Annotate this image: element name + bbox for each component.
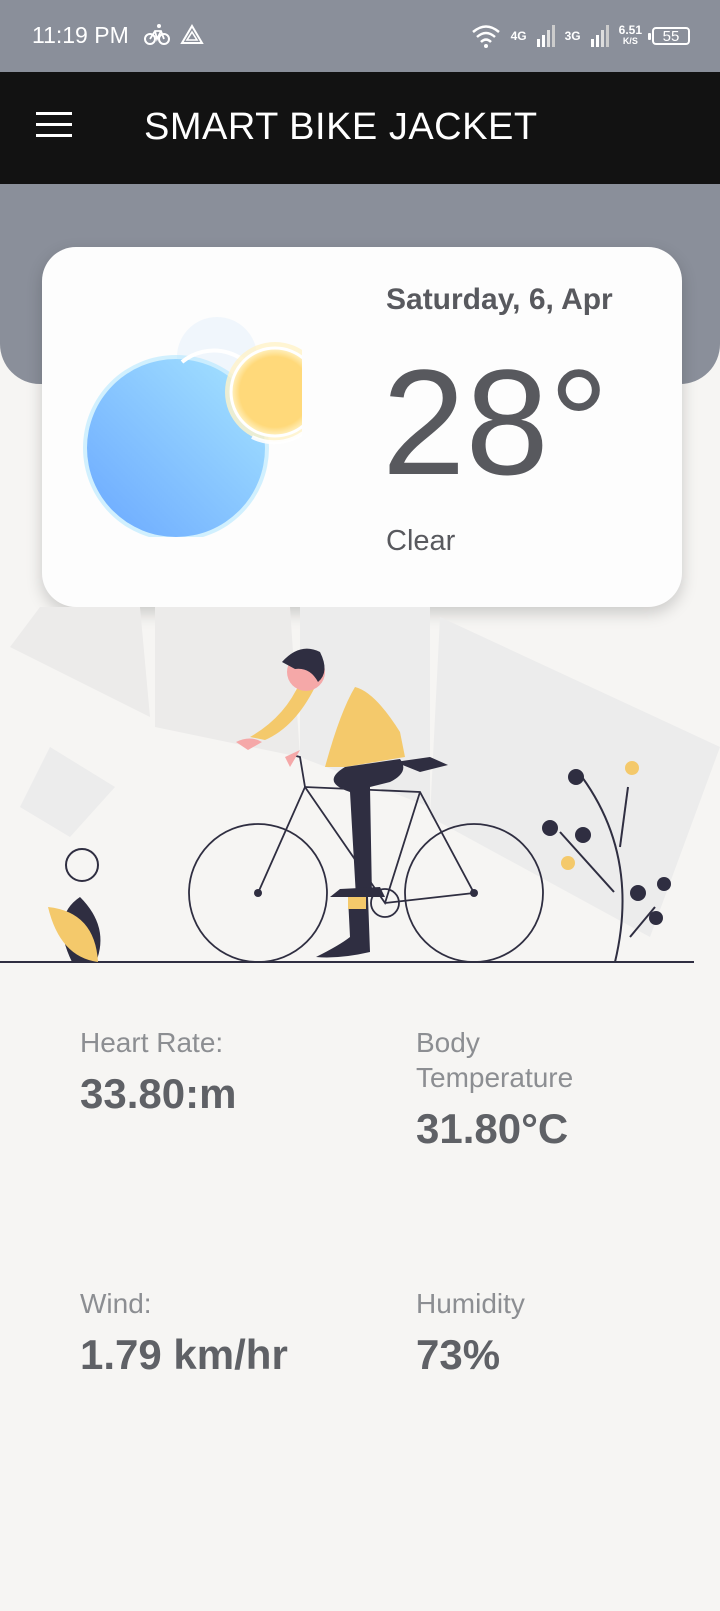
bike-notification-icon <box>144 24 204 45</box>
humidity-stat: Humidity 73% <box>416 1286 676 1379</box>
speed-unit: K/S <box>622 36 638 46</box>
network-3g-label: 3G <box>564 29 581 43</box>
wind-value: 1.79 km/hr <box>80 1331 288 1378</box>
wind-label: Wind: <box>80 1288 152 1319</box>
battery-icon: 55 <box>648 27 690 45</box>
network-4g-label: 4G <box>510 29 527 43</box>
heart-rate-stat: Heart Rate: 33.80:m <box>80 1025 340 1118</box>
wind-stat: Wind: 1.79 km/hr <box>80 1286 340 1379</box>
heart-rate-value: 33.80:m <box>80 1070 237 1117</box>
heart-rate-label: Heart Rate: <box>80 1027 224 1058</box>
body-temperature-stat: Body Temperature 31.80°C <box>416 1025 616 1153</box>
status-bar: 11:19 PM 4G 3G 6.51 K/S 55 <box>0 0 720 72</box>
body-temperature-value: 31.80°C <box>416 1105 569 1152</box>
weather-card: Saturday, 6, Apr 28° Clear <box>42 247 682 607</box>
weather-date: Saturday, 6, Apr <box>386 283 613 316</box>
speed-value: 6.51 <box>618 23 642 37</box>
network-speed: 6.51 K/S <box>618 23 642 47</box>
app-bar: SMART BIKE JACKET <box>0 72 720 184</box>
weather-condition: Clear <box>386 525 456 557</box>
hamburger-menu-icon[interactable] <box>34 108 74 148</box>
status-left-icons <box>144 22 204 53</box>
cyclist-illustration <box>0 607 720 963</box>
signal-4g-icon <box>536 25 555 47</box>
weather-temperature: 28° <box>382 338 609 506</box>
body-temperature-label: Body Temperature <box>416 1027 574 1093</box>
app-title: SMART BIKE JACKET <box>144 106 538 148</box>
wifi-icon <box>471 25 500 48</box>
clear-sky-icon <box>83 317 302 537</box>
signal-3g-icon <box>590 25 609 47</box>
humidity-label: Humidity <box>416 1288 525 1319</box>
status-right-icons: 4G 3G 6.51 K/S 55 <box>471 18 690 54</box>
humidity-value: 73% <box>416 1331 501 1378</box>
status-time: 11:19 PM <box>32 22 129 48</box>
